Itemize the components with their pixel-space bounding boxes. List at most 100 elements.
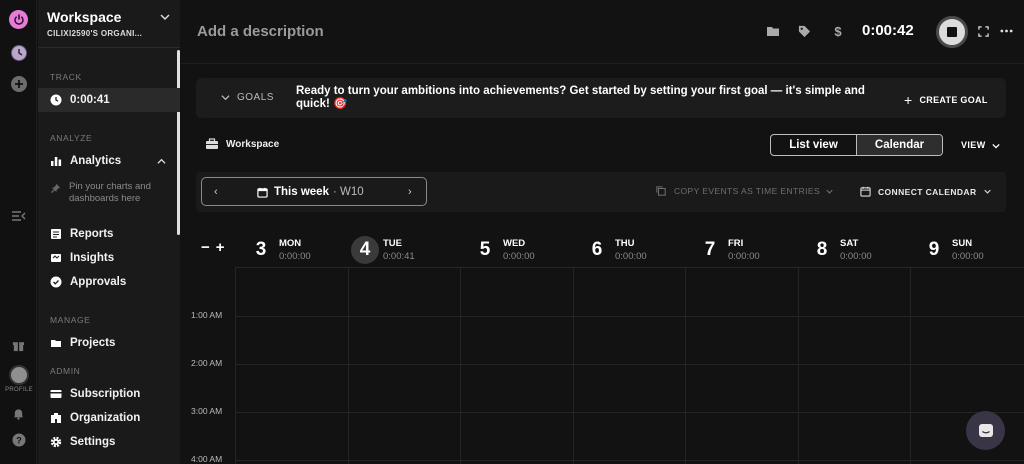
day-total: 0:00:00: [615, 251, 647, 262]
sidebar-item-projects[interactable]: Projects: [38, 331, 180, 355]
help-icon[interactable]: ?: [9, 430, 28, 449]
sidebar-item-approvals[interactable]: Approvals: [38, 270, 180, 294]
section-track: TRACK: [50, 72, 82, 82]
expand-icon[interactable]: [976, 24, 990, 38]
day-name: SAT: [840, 238, 859, 249]
section-analyze: ANALYZE: [50, 133, 93, 143]
day-column-divider: [460, 268, 461, 464]
organization-icon: [50, 412, 62, 424]
calendar-sync-icon: [860, 186, 871, 197]
insights-icon: [50, 252, 62, 264]
day-total: 0:00:00: [840, 251, 872, 262]
add-circle-icon[interactable]: [9, 74, 28, 93]
pin-hint: Pin your charts and dashboards here: [50, 181, 175, 205]
chat-support-button[interactable]: [966, 411, 1005, 450]
zoom-controls[interactable]: −+: [201, 239, 231, 256]
stop-timer-button[interactable]: [936, 16, 968, 48]
sidebar-item-label: Analytics: [70, 155, 122, 167]
week-label: This week · W10: [257, 186, 364, 198]
view-dropdown[interactable]: VIEW: [961, 140, 1000, 150]
bell-icon[interactable]: [9, 404, 28, 423]
day-number: 4: [351, 236, 379, 264]
credit-card-icon: [50, 388, 62, 400]
this-week-label: This week: [274, 186, 329, 198]
sidebar-item-insights[interactable]: Insights: [38, 246, 180, 270]
day-total: 0:00:00: [728, 251, 760, 262]
copy-events-label: COPY EVENTS AS TIME ENTRIES: [674, 186, 821, 196]
hour-label: 3:00 AM: [191, 406, 223, 416]
workspace-filter[interactable]: Workspace: [226, 139, 279, 150]
description-input[interactable]: Add a description: [197, 23, 324, 40]
day-column-divider: [797, 268, 799, 464]
timer-bar: Add a description $ 0:00:42: [181, 0, 1024, 64]
day-total: 0:00:41: [383, 251, 415, 262]
clock-icon: [50, 94, 62, 106]
sidebar-item-reports[interactable]: Reports: [38, 222, 180, 246]
workspace-switcher[interactable]: Workspace CILIXI2590'S ORGANI...: [38, 0, 180, 48]
day-number: 8: [816, 239, 828, 260]
day-column-divider: [685, 268, 686, 464]
avatar[interactable]: [9, 365, 29, 385]
copy-icon: [656, 186, 666, 196]
day-column-divider: [235, 268, 236, 464]
connect-calendar-label: CONNECT CALENDAR: [878, 186, 977, 197]
bar-chart-icon: [50, 155, 62, 167]
day-total: 0:00:00: [952, 251, 984, 262]
goals-label[interactable]: GOALS: [237, 92, 274, 103]
calendar-grid[interactable]: [235, 267, 1024, 464]
day-total: 0:00:00: [503, 251, 535, 262]
calendar-tab[interactable]: Calendar: [856, 135, 942, 155]
calendar-week-view: −+ 3 MON 0:00:00 4 TUE 0:00:41 5 WED 0:00:00 6 THU…: [181, 224, 1024, 464]
sidebar-item-label: Organization: [70, 412, 141, 424]
collapse-sidebar-icon[interactable]: [9, 206, 28, 225]
gift-icon[interactable]: [9, 336, 28, 355]
day-column-divider: [347, 268, 349, 464]
hour-gridline: [235, 460, 1024, 461]
pin-icon: [50, 183, 61, 205]
copy-events-button[interactable]: COPY EVENTS AS TIME ENTRIES: [656, 186, 833, 196]
list-view-tab[interactable]: List view: [771, 135, 856, 155]
connect-calendar-button[interactable]: CONNECT CALENDAR: [860, 186, 992, 197]
sidebar-item-organization[interactable]: Organization: [38, 406, 180, 430]
billable-dollar-icon[interactable]: $: [831, 24, 845, 39]
more-options-icon[interactable]: [999, 24, 1013, 38]
day-name: FRI: [728, 238, 744, 249]
day-name: WED: [503, 238, 526, 249]
chevron-up-icon[interactable]: [157, 157, 166, 166]
sidebar-item-label: Subscription: [70, 388, 141, 400]
hour-label: 2:00 AM: [191, 358, 223, 368]
chevron-down-icon[interactable]: [221, 93, 230, 102]
day-column-divider: [910, 268, 911, 464]
running-timer: 0:00:42: [862, 22, 914, 39]
day-name: TUE: [383, 238, 402, 249]
power-icon[interactable]: [9, 10, 28, 29]
profile-label: PROFILE: [5, 387, 33, 393]
sidebar-item-label: Insights: [70, 252, 115, 264]
sidebar-item-subscription[interactable]: Subscription: [38, 382, 180, 406]
section-manage: MANAGE: [50, 315, 91, 325]
next-week-icon[interactable]: ›: [408, 186, 412, 198]
day-number: 5: [479, 239, 491, 260]
sidebar-item-settings[interactable]: Settings: [38, 430, 180, 454]
day-number: 7: [704, 239, 716, 260]
week-picker[interactable]: ‹ This week · W10 ›: [201, 177, 427, 206]
check-circle-icon: [50, 276, 62, 288]
timer-circle-icon[interactable]: [9, 43, 28, 62]
pin-hint-text: Pin your charts and dashboards here: [69, 181, 151, 204]
sidebar-item-timer[interactable]: 0:00:41: [38, 88, 180, 112]
tag-icon[interactable]: [797, 24, 811, 38]
previous-week-icon[interactable]: ‹: [214, 186, 218, 198]
section-admin: ADMIN: [50, 366, 81, 376]
view-toggle: List view Calendar: [770, 134, 943, 156]
day-name: SUN: [952, 238, 973, 249]
goals-banner: GOALS Ready to turn your ambitions into …: [196, 78, 1006, 118]
chat-icon: [977, 422, 995, 440]
create-goal-button[interactable]: + CREATE GOAL: [904, 92, 988, 108]
folder-icon: [50, 337, 62, 349]
hour-gridline: [235, 412, 1024, 413]
calendar-icon: [257, 187, 268, 198]
workspace-title: Workspace: [47, 9, 122, 25]
sidebar-scrollbar[interactable]: [177, 50, 180, 235]
create-goal-label: CREATE GOAL: [919, 95, 988, 105]
folder-icon[interactable]: [766, 24, 780, 38]
